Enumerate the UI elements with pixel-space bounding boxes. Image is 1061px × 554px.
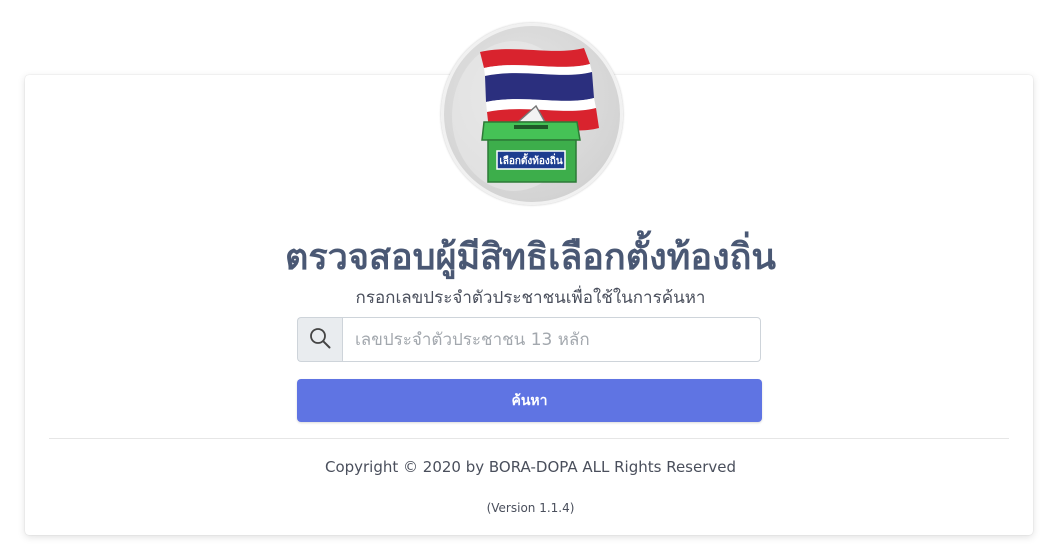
page: เลือกตั้งท้องถิ่น ตรวจสอบผู้มีสิทธิเลือก…: [0, 0, 1061, 554]
version-text: (Version 1.1.4): [486, 501, 575, 515]
copyright-text: Copyright © 2020 by BORA-DOPA ALL Rights…: [324, 458, 737, 476]
id-number-input[interactable]: [342, 317, 761, 362]
search-icon: [309, 327, 331, 353]
logo-label: เลือกตั้งท้องถิ่น: [499, 153, 563, 167]
election-logo: เลือกตั้งท้องถิ่น: [441, 23, 623, 205]
search-addon: [297, 317, 342, 362]
search-button[interactable]: ค้นหา: [297, 379, 762, 422]
page-title: ตรวจสอบผู้มีสิทธิเลือกตั้งท้องถิ่น: [284, 237, 777, 278]
page-subtitle: กรอกเลขประจำตัวประชาชนเพื่อใช้ในการค้นหา: [355, 288, 706, 308]
ballot-box-flag-icon: เลือกตั้งท้องถิ่น: [452, 41, 599, 191]
footer-divider: [49, 438, 1009, 439]
search-group: [297, 317, 761, 362]
